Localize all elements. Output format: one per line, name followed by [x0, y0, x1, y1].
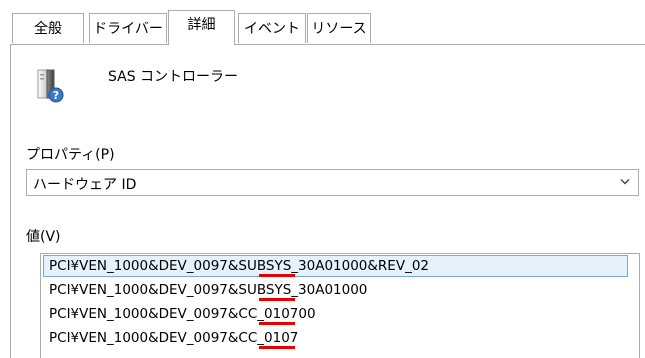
- list-item-text: PCI¥VEN_1000&DEV_0097&CC_0107: [49, 330, 299, 346]
- device-name: SAS コントローラー: [108, 69, 239, 85]
- highlight-underline: [259, 274, 295, 277]
- tab-driver[interactable]: ドライバー: [89, 13, 167, 43]
- property-dropdown[interactable]: ハードウェア ID: [26, 169, 639, 196]
- list-item-text: PCI¥VEN_1000&DEV_0097&SUBSYS_30A01000: [49, 282, 368, 298]
- list-item-text: PCI¥VEN_1000&DEV_0097&CC_010700: [49, 306, 316, 322]
- tab-resources-label: リソース: [311, 21, 367, 37]
- device-help-icon: ?: [36, 68, 64, 104]
- tab-strip: 全般 ドライバー 詳細 イベント リソース: [0, 0, 645, 46]
- svg-text:?: ?: [53, 89, 59, 102]
- tab-details[interactable]: 詳細: [168, 10, 235, 45]
- highlight-underline: [259, 322, 295, 325]
- tab-general-label: 全般: [34, 21, 62, 37]
- chevron-down-icon: [620, 179, 630, 185]
- highlight-underline: [259, 298, 295, 301]
- property-label: プロパティ(P): [26, 147, 115, 163]
- list-item[interactable]: PCI¥VEN_1000&DEV_0097&CC_0107: [43, 327, 628, 349]
- value-listbox[interactable]: PCI¥VEN_1000&DEV_0097&SUBSYS_30A01000&RE…: [40, 253, 640, 358]
- tab-events-label: イベント: [244, 21, 300, 37]
- tab-driver-label: ドライバー: [93, 21, 163, 37]
- list-item[interactable]: PCI¥VEN_1000&DEV_0097&SUBSYS_30A01000&RE…: [43, 255, 628, 277]
- value-label: 値(V): [26, 229, 61, 245]
- device-properties-dialog: 全般 ドライバー 詳細 イベント リソース ? SAS コントローラー プロパテ…: [0, 0, 645, 358]
- tab-panel-border: [10, 44, 645, 45]
- list-item[interactable]: PCI¥VEN_1000&DEV_0097&SUBSYS_30A01000: [43, 279, 628, 301]
- highlight-underline: [259, 346, 295, 349]
- tab-details-label: 詳細: [187, 17, 216, 33]
- tab-events[interactable]: イベント: [238, 13, 306, 43]
- panel-left-border: [10, 44, 11, 358]
- tab-resources[interactable]: リソース: [307, 13, 371, 43]
- tab-general[interactable]: 全般: [12, 13, 84, 43]
- property-dropdown-value: ハードウェア ID: [33, 177, 137, 193]
- list-item-text: PCI¥VEN_1000&DEV_0097&SUBSYS_30A01000&RE…: [49, 258, 429, 274]
- list-item[interactable]: PCI¥VEN_1000&DEV_0097&CC_010700: [43, 303, 628, 325]
